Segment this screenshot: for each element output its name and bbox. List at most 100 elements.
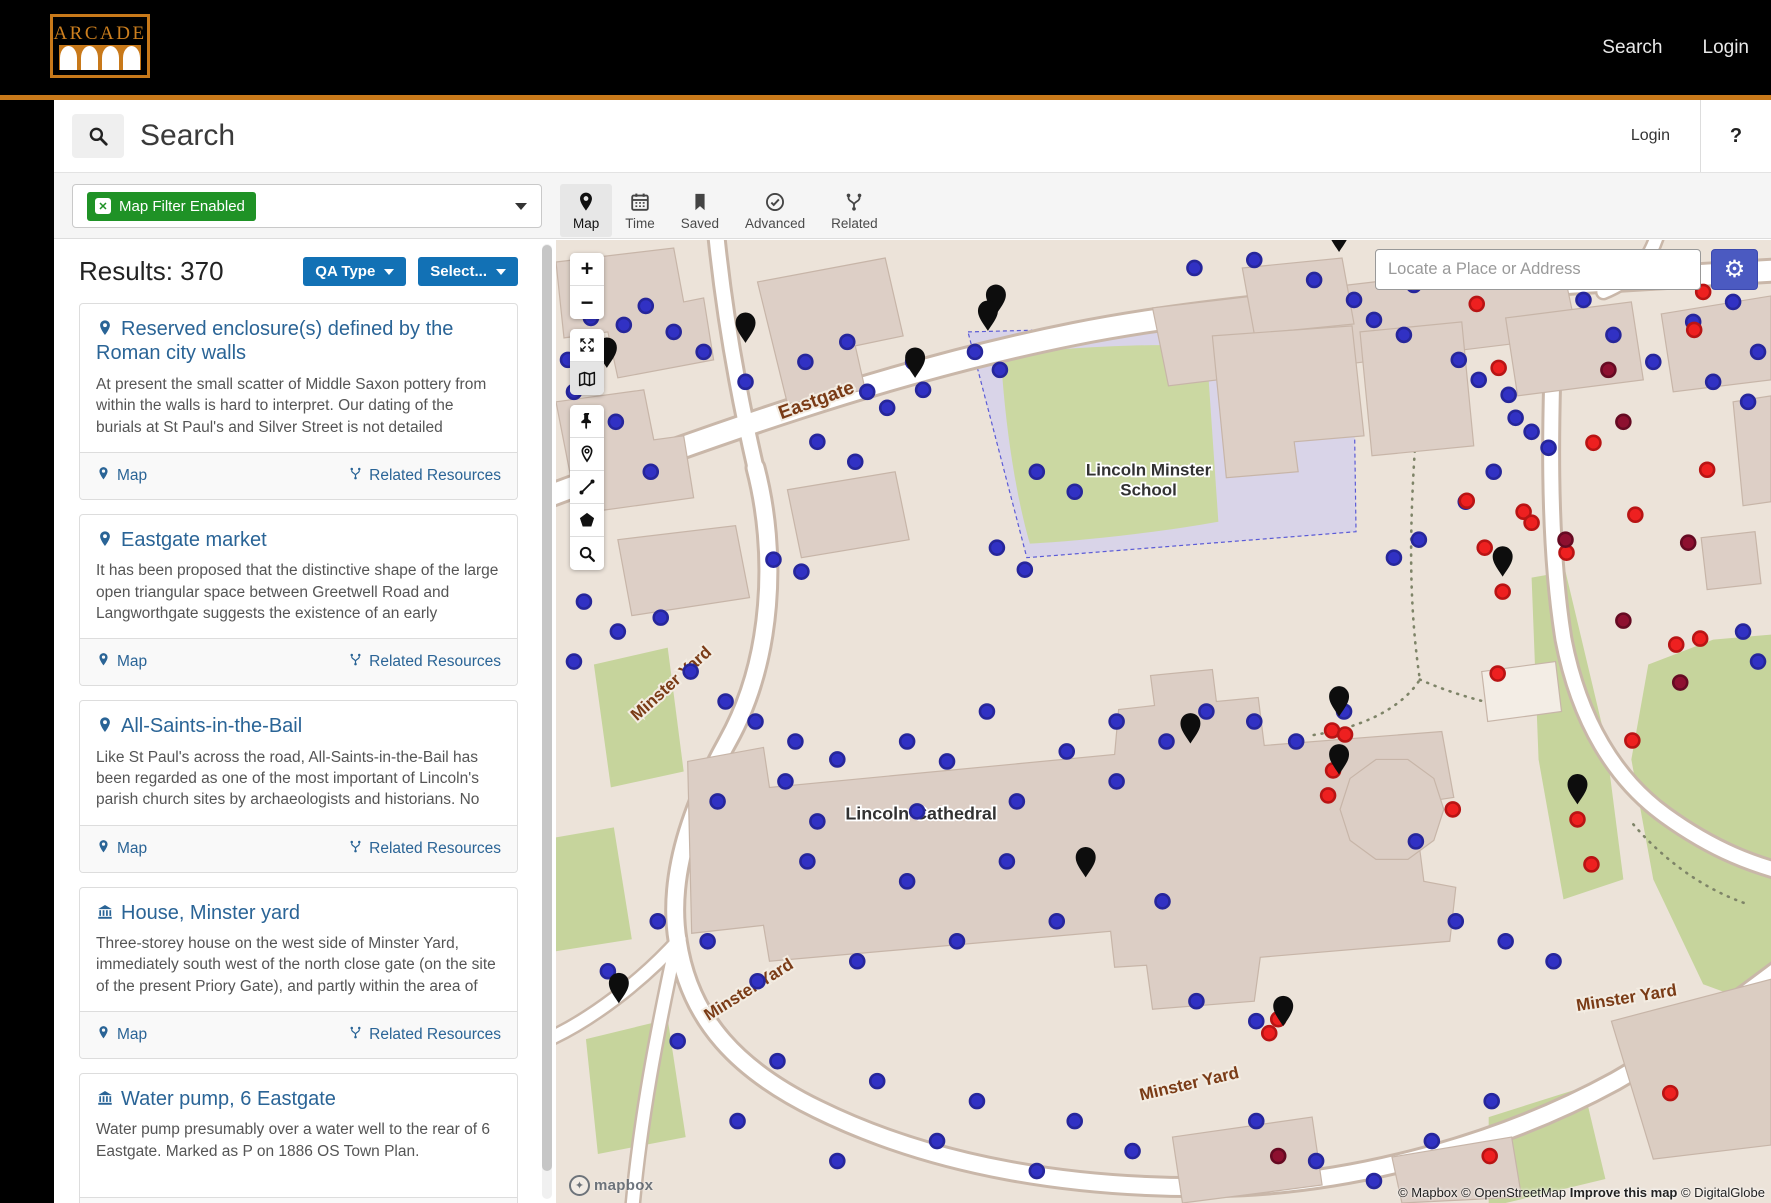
result-dot-blue[interactable] bbox=[940, 754, 954, 768]
result-dot-blue[interactable] bbox=[1726, 295, 1740, 309]
result-dot-blue[interactable] bbox=[990, 541, 1004, 555]
result-related-resources-link[interactable]: Related Resources bbox=[348, 1025, 501, 1045]
result-dot-blue[interactable] bbox=[1499, 934, 1513, 948]
result-dot-blue[interactable] bbox=[1706, 375, 1720, 389]
tab-advanced[interactable]: Advanced bbox=[732, 184, 818, 237]
result-title-link[interactable]: House, Minster yard bbox=[96, 901, 501, 925]
result-dot-blue[interactable] bbox=[567, 655, 581, 669]
result-dot-blue[interactable] bbox=[1472, 373, 1486, 387]
result-title-link[interactable]: Water pump, 6 Eastgate bbox=[96, 1087, 501, 1111]
result-dot-dark-red[interactable] bbox=[1601, 363, 1615, 377]
result-dot-blue[interactable] bbox=[711, 794, 725, 808]
locate-marker-button[interactable] bbox=[570, 438, 604, 471]
result-dot-blue[interactable] bbox=[577, 595, 591, 609]
result-dot-blue[interactable] bbox=[749, 715, 763, 729]
result-dot-blue[interactable] bbox=[830, 1154, 844, 1168]
arcade-logo[interactable]: ARCADE bbox=[50, 14, 150, 78]
result-dot-blue[interactable] bbox=[1751, 345, 1765, 359]
result-dot-blue[interactable] bbox=[810, 435, 824, 449]
result-dot-dark-red[interactable] bbox=[1681, 536, 1695, 550]
result-dot-red[interactable] bbox=[1663, 1086, 1677, 1100]
result-dot-blue[interactable] bbox=[810, 814, 824, 828]
map-canvas[interactable]: EastgateMinster YardMinster YardMinster … bbox=[556, 240, 1771, 1203]
result-dot-blue[interactable] bbox=[1397, 328, 1411, 342]
result-dot-blue[interactable] bbox=[654, 611, 668, 625]
result-dot-blue[interactable] bbox=[1110, 715, 1124, 729]
result-dot-blue[interactable] bbox=[1189, 994, 1203, 1008]
result-dot-blue[interactable] bbox=[1751, 655, 1765, 669]
result-dot-blue[interactable] bbox=[778, 774, 792, 788]
result-dot-blue[interactable] bbox=[1412, 533, 1426, 547]
zoom-out-button[interactable]: − bbox=[570, 286, 604, 319]
result-dot-red[interactable] bbox=[1586, 436, 1600, 450]
result-dot-blue[interactable] bbox=[1606, 328, 1620, 342]
search-button[interactable] bbox=[72, 114, 124, 158]
result-title-link[interactable]: Eastgate market bbox=[96, 528, 501, 552]
result-dot-blue[interactable] bbox=[798, 355, 812, 369]
search-input[interactable] bbox=[140, 119, 1040, 153]
result-dot-red[interactable] bbox=[1460, 494, 1474, 508]
result-dot-blue[interactable] bbox=[1030, 1164, 1044, 1178]
zoom-in-button[interactable]: + bbox=[570, 253, 604, 286]
result-dot-blue[interactable] bbox=[697, 345, 711, 359]
result-dot-blue[interactable] bbox=[1542, 441, 1556, 455]
result-dot-blue[interactable] bbox=[617, 318, 631, 332]
tab-saved[interactable]: Saved bbox=[668, 184, 732, 237]
map-filter-badge[interactable]: ✕ Map Filter Enabled bbox=[87, 192, 256, 221]
result-dot-blue[interactable] bbox=[980, 705, 994, 719]
result-dot-blue[interactable] bbox=[751, 974, 765, 988]
result-dot-dark-red[interactable] bbox=[1559, 533, 1573, 547]
result-dot-blue[interactable] bbox=[788, 734, 802, 748]
result-dot-blue[interactable] bbox=[916, 383, 930, 397]
result-dot-blue[interactable] bbox=[1030, 465, 1044, 479]
scrollbar-thumb[interactable] bbox=[542, 245, 552, 1171]
result-related-resources-link[interactable]: Related Resources bbox=[348, 466, 501, 486]
result-dot-blue[interactable] bbox=[770, 1054, 784, 1068]
result-dot-blue[interactable] bbox=[1050, 914, 1064, 928]
result-dot-blue[interactable] bbox=[1367, 1174, 1381, 1188]
result-dot-red[interactable] bbox=[1470, 297, 1484, 311]
result-dot-blue[interactable] bbox=[1309, 1154, 1323, 1168]
draw-polygon-button[interactable] bbox=[570, 504, 604, 537]
result-dot-blue[interactable] bbox=[1487, 465, 1501, 479]
result-dot-blue[interactable] bbox=[644, 465, 658, 479]
login-link[interactable]: Login bbox=[1631, 127, 1670, 145]
result-related-resources-link[interactable]: Related Resources bbox=[348, 839, 501, 859]
select-dropdown[interactable]: Select... bbox=[418, 257, 518, 286]
result-dot-red[interactable] bbox=[1321, 788, 1335, 802]
result-dot-blue[interactable] bbox=[1068, 1114, 1082, 1128]
result-dot-red[interactable] bbox=[1669, 638, 1683, 652]
improve-map-link[interactable]: Improve this map bbox=[1570, 1185, 1678, 1200]
result-dot-blue[interactable] bbox=[639, 299, 653, 313]
result-dot-blue[interactable] bbox=[800, 854, 814, 868]
help-button[interactable]: ? bbox=[1701, 125, 1771, 148]
result-dot-blue[interactable] bbox=[930, 1134, 944, 1148]
result-dot-red[interactable] bbox=[1496, 585, 1510, 599]
result-dot-red[interactable] bbox=[1570, 812, 1584, 826]
result-map-link[interactable]: Map bbox=[96, 652, 147, 672]
result-title-link[interactable]: Reserved enclosure(s) defined by the Rom… bbox=[96, 317, 501, 366]
result-dot-blue[interactable] bbox=[1741, 395, 1755, 409]
result-dot-blue[interactable] bbox=[671, 1034, 685, 1048]
result-dot-blue[interactable] bbox=[950, 934, 964, 948]
geocoder-settings-button[interactable]: ⚙ bbox=[1711, 249, 1758, 290]
result-dot-blue[interactable] bbox=[1110, 774, 1124, 788]
result-dot-blue[interactable] bbox=[1000, 854, 1014, 868]
result-dot-red[interactable] bbox=[1491, 667, 1505, 681]
result-dot-blue[interactable] bbox=[684, 665, 698, 679]
result-dot-dark-red[interactable] bbox=[1616, 614, 1630, 628]
result-dot-blue[interactable] bbox=[1547, 954, 1561, 968]
result-dot-blue[interactable] bbox=[1060, 744, 1074, 758]
result-dot-red[interactable] bbox=[1584, 857, 1598, 871]
result-dot-blue[interactable] bbox=[860, 385, 874, 399]
result-dot-blue[interactable] bbox=[1018, 563, 1032, 577]
result-dot-red[interactable] bbox=[1693, 632, 1707, 646]
result-dot-red[interactable] bbox=[1478, 541, 1492, 555]
result-dot-blue[interactable] bbox=[910, 804, 924, 818]
result-dot-blue[interactable] bbox=[1485, 1094, 1499, 1108]
result-dot-red[interactable] bbox=[1525, 516, 1539, 530]
result-dot-dark-red[interactable] bbox=[1271, 1149, 1285, 1163]
result-dot-blue[interactable] bbox=[900, 734, 914, 748]
geocoder-input[interactable] bbox=[1375, 249, 1701, 290]
result-dot-blue[interactable] bbox=[766, 553, 780, 567]
